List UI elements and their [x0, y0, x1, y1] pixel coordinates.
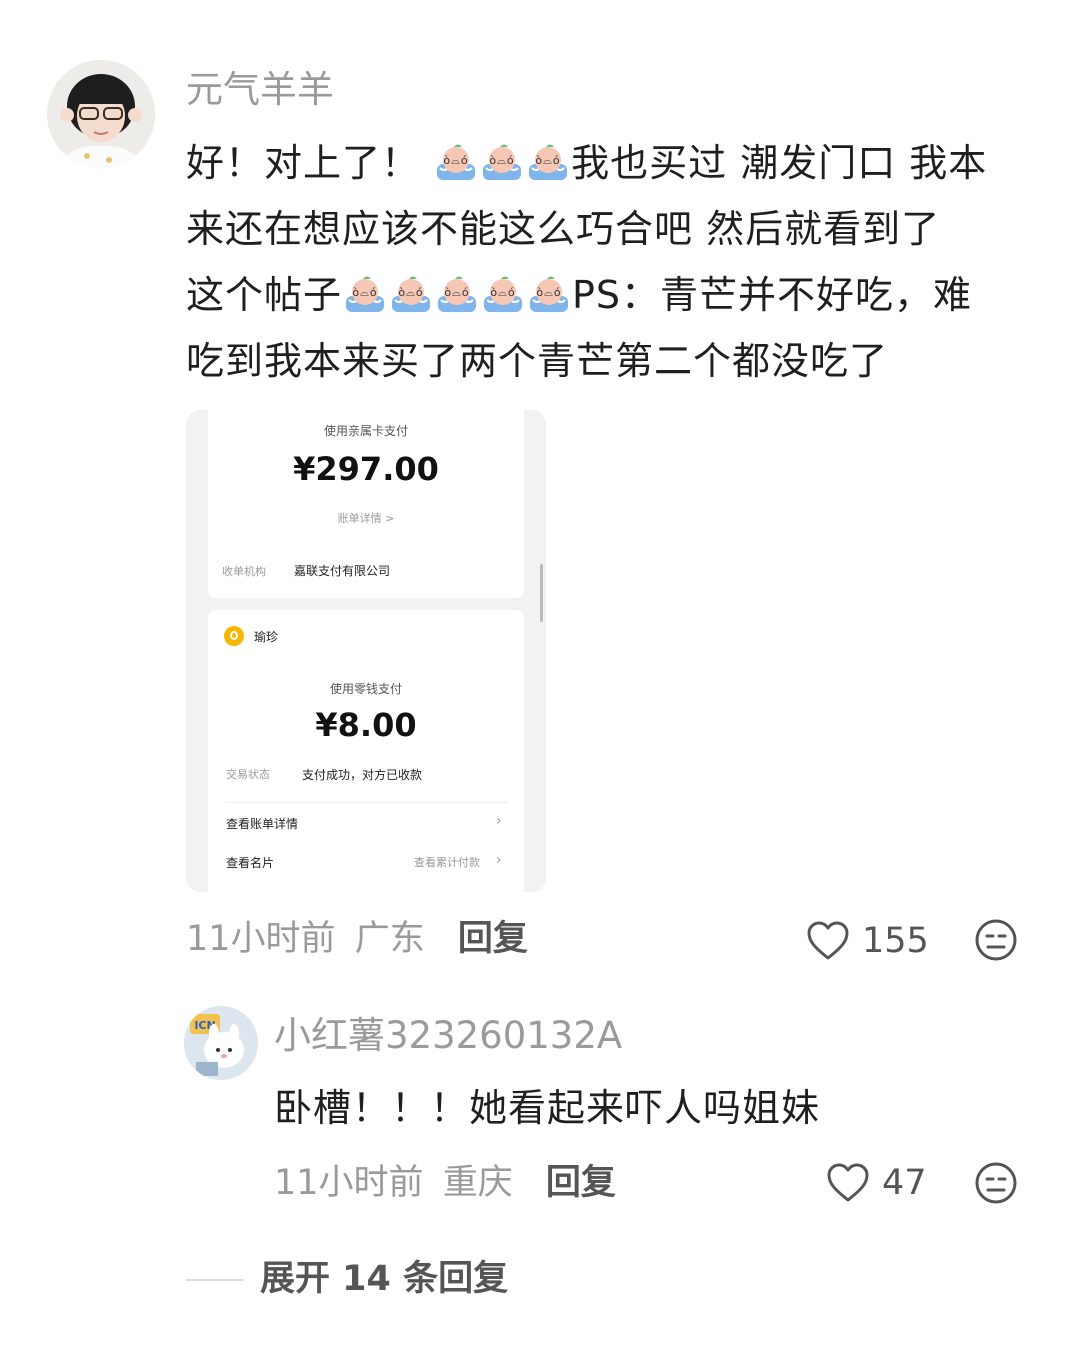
payee-coin-icon: [224, 626, 244, 646]
chevron-right-icon: ›: [496, 813, 502, 829]
reply-avatar[interactable]: ICN: [184, 1006, 258, 1080]
comment-reply-button[interactable]: 回复: [458, 919, 528, 959]
commenter-avatar[interactable]: [47, 60, 155, 168]
payment-card-top: 使用亲属卡支付 ¥297.00 账单详情 > 收单机构 嘉联支付有限公司: [208, 410, 524, 598]
comment-line-3: 这个帖子 ò⌓ó ò⌓ó ò⌓ó ò⌓ó ò⌓ó PS：青芒并不好吃，难: [186, 262, 1056, 328]
svg-text:ò⌓ó: ò⌓ó: [490, 286, 515, 299]
reply-body: 卧槽！！！她看起来吓人吗姐妹: [274, 1086, 821, 1130]
reply-location: 重庆: [442, 1163, 513, 1203]
comment-like-count: 155: [862, 921, 929, 961]
crying-peach-emoji: ò⌓ó: [434, 136, 478, 180]
commenter-username[interactable]: 元气羊羊: [186, 66, 334, 114]
merchant-label: 收单机构: [222, 565, 266, 578]
comment-text-part: 好！对上了！: [186, 141, 421, 185]
svg-text:ò⌓ó: ò⌓ó: [444, 286, 469, 299]
attached-payment-screenshot[interactable]: 使用亲属卡支付 ¥297.00 账单详情 > 收单机构 嘉联支付有限公司 瑜珍 …: [186, 410, 546, 892]
svg-text:ò⌓ó: ò⌓ó: [536, 154, 561, 167]
comment-meta: 11小时前 广东 回复: [186, 914, 528, 964]
svg-text:ò⌓ó: ò⌓ó: [536, 286, 561, 299]
chevron-right-icon: ›: [496, 852, 502, 868]
reply-like-button[interactable]: 47: [826, 1158, 927, 1208]
svg-text:ò⌓ó: ò⌓ó: [352, 286, 377, 299]
view-bill-detail-row[interactable]: 查看账单详情: [226, 815, 298, 832]
second-payment-method: 使用零钱支付: [329, 682, 402, 696]
comment-text-part: 这个帖子: [186, 273, 343, 317]
dissatisfied-face-icon: [975, 919, 1017, 961]
payment-method-label: 使用亲属卡支付: [323, 424, 408, 438]
comment-location: 广东: [354, 919, 425, 959]
row-divider: [226, 802, 508, 803]
crying-peach-emoji: ò⌓ó: [389, 268, 433, 312]
view-total-payment-link[interactable]: 查看累计付款: [414, 854, 480, 870]
status-value: 支付成功，对方已收款: [302, 768, 423, 782]
crying-peach-emoji: ò⌓ó: [481, 268, 525, 312]
crying-peach-emoji: ò⌓ó: [435, 268, 479, 312]
expand-replies-button[interactable]: 展开 14 条回复: [260, 1254, 508, 1304]
heart-icon: [807, 921, 849, 960]
comment-line-4: 吃到我本来买了两个青芒第二个都没吃了: [186, 339, 889, 383]
reply-meta: 11小时前 重庆 回复: [274, 1158, 616, 1208]
comment-time: 11小时前: [186, 919, 336, 959]
view-card-row[interactable]: 查看名片: [226, 854, 274, 871]
crying-peach-emoji: ò⌓ó: [343, 268, 387, 312]
status-label: 交易状态: [226, 768, 270, 781]
reply-username[interactable]: 小红薯323260132A: [274, 1012, 622, 1060]
crying-peach-emoji: ò⌓ó: [526, 136, 570, 180]
svg-text:ò⌓ó: ò⌓ó: [398, 286, 423, 299]
comment-text-part: 我也买过 潮发门口 我本: [571, 141, 988, 185]
reply-time: 11小时前: [274, 1163, 424, 1203]
heart-icon: [827, 1163, 869, 1202]
dissatisfied-face-icon: [975, 1162, 1017, 1204]
svg-text:ò⌓ó: ò⌓ó: [490, 154, 515, 167]
reply-like-count: 47: [882, 1163, 927, 1203]
payment-card-bottom: 瑜珍 使用零钱支付 ¥8.00 交易状态 支付成功，对方已收款 查看账单详情 ›…: [208, 610, 524, 892]
comment-text-part: PS：青芒并不好吃，难: [572, 273, 973, 317]
comment-body: 好！对上了！ ò⌓ó ò⌓ó ò⌓ó 我也买过 潮发门口 我本 来还在想应该不能这么巧…: [186, 130, 1056, 394]
comment-line-1: 好！对上了！ ò⌓ó ò⌓ó ò⌓ó 我也买过 潮发门口 我本: [186, 130, 1056, 196]
comment-like-button[interactable]: 155: [806, 916, 929, 966]
crying-peach-emoji: ò⌓ó: [527, 268, 571, 312]
merchant-value: 嘉联支付有限公司: [294, 564, 391, 578]
svg-text:ò⌓ó: ò⌓ó: [444, 154, 469, 167]
second-payment-amount: ¥8.00: [315, 706, 417, 744]
payment-amount: ¥297.00: [293, 450, 439, 488]
avatar-photo: [47, 60, 155, 168]
reply-dislike-button[interactable]: [974, 1161, 1018, 1205]
comment-line-2: 来还在想应该不能这么巧合吧 然后就看到了: [186, 207, 941, 251]
reply-reply-button[interactable]: 回复: [546, 1163, 616, 1203]
expand-replies-divider: [186, 1279, 244, 1281]
comment-dislike-button[interactable]: [974, 918, 1018, 962]
bill-detail-link[interactable]: 账单详情 >: [208, 510, 524, 526]
payee-name: 瑜珍: [254, 630, 279, 644]
avatar-photo: ICN: [184, 1006, 258, 1080]
screenshot-scrollbar: [540, 564, 543, 622]
crying-peach-emoji: ò⌓ó: [480, 136, 524, 180]
